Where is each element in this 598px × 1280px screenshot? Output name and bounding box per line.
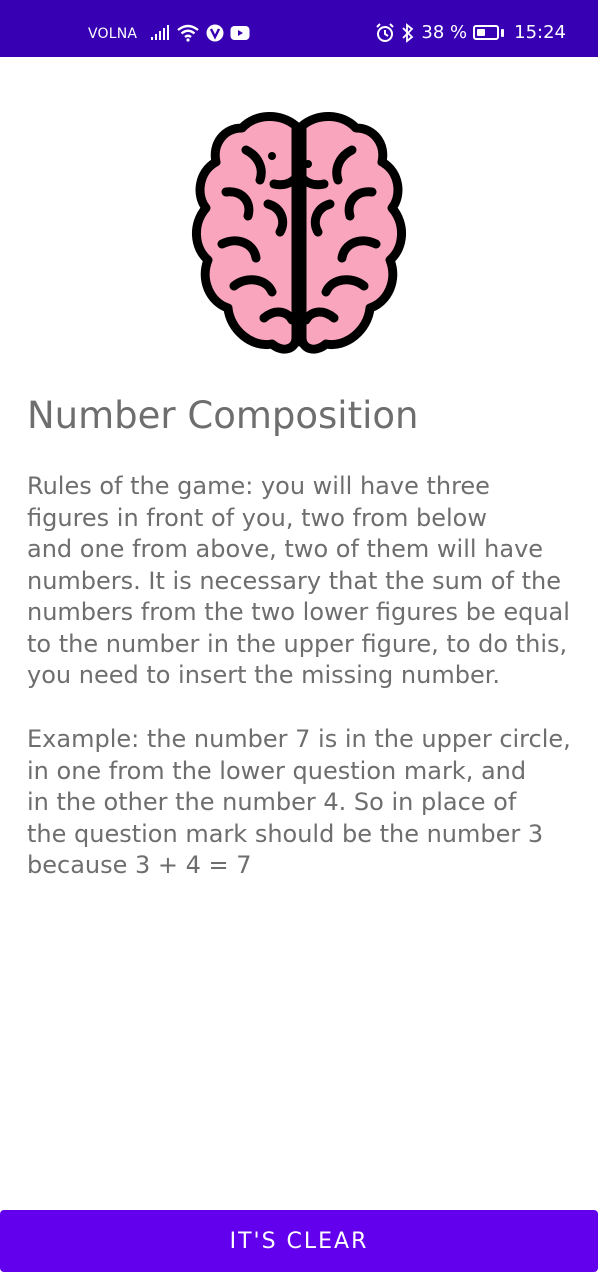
alarm-icon xyxy=(376,22,395,42)
bluetooth-icon xyxy=(402,22,414,43)
example-text: Example: the number 7 is in the upper ci… xyxy=(27,725,571,879)
status-bar: VOLNA 38 % 15:24 xyxy=(0,0,598,57)
page-title: Number Composition xyxy=(27,394,419,437)
carrier-name: VOLNA xyxy=(88,26,138,42)
status-icons-left xyxy=(150,24,250,42)
wifi-icon xyxy=(177,24,199,42)
brain-icon xyxy=(186,108,412,360)
battery-icon xyxy=(473,25,500,40)
its-clear-button[interactable]: IT'S CLEAR xyxy=(0,1210,598,1272)
rules-text: Rules of the game: you will have three f… xyxy=(27,472,570,689)
signal-icon xyxy=(151,25,169,40)
battery-percent: 38 % xyxy=(421,22,468,43)
v-app-icon xyxy=(206,24,224,42)
battery-tip xyxy=(501,28,505,37)
status-icons-right: 38 % 15:24 xyxy=(375,22,566,43)
youtube-icon xyxy=(230,26,250,40)
clock-time: 15:24 xyxy=(514,22,566,43)
